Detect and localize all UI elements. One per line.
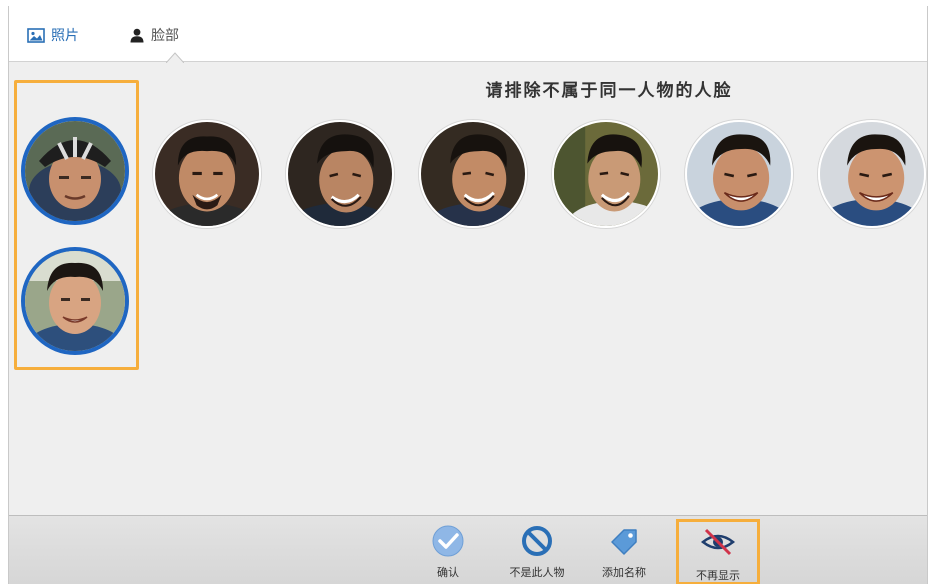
faces-window: 照片 脸部 请排除不属于同一人物的人脸 确认 不是此人物 添加名称 不再显示 bbox=[8, 6, 928, 584]
tag-icon bbox=[606, 524, 642, 558]
person-icon bbox=[129, 28, 145, 43]
face-thumbnail[interactable] bbox=[685, 120, 793, 228]
tab-faces[interactable]: 脸部 bbox=[129, 24, 179, 46]
face-photo bbox=[155, 122, 259, 226]
dont-show-again-label: 不再显示 bbox=[696, 569, 740, 582]
face-photo bbox=[554, 122, 658, 226]
face-thumbnail[interactable] bbox=[818, 120, 926, 228]
eye-slash-icon bbox=[700, 527, 736, 561]
face-thumbnail[interactable] bbox=[286, 120, 394, 228]
face-thumbnail-selected[interactable] bbox=[21, 117, 129, 225]
face-thumbnail-selected[interactable] bbox=[21, 247, 129, 355]
face-photo bbox=[25, 121, 125, 221]
not-this-person-button[interactable]: 不是此人物 bbox=[494, 522, 580, 582]
face-photo bbox=[687, 122, 791, 226]
confirm-label: 确认 bbox=[437, 566, 459, 579]
tab-photos-label: 照片 bbox=[51, 28, 79, 44]
not-this-person-label: 不是此人物 bbox=[509, 566, 565, 579]
tab-faces-label: 脸部 bbox=[151, 28, 179, 44]
face-photo bbox=[820, 122, 924, 226]
block-icon bbox=[519, 524, 555, 558]
dont-show-again-button[interactable]: 不再显示 bbox=[676, 519, 760, 584]
face-thumbnail[interactable] bbox=[153, 120, 261, 228]
tab-bar: 照片 脸部 bbox=[9, 6, 927, 63]
confirm-button[interactable]: 确认 bbox=[405, 522, 491, 582]
face-thumbnail[interactable] bbox=[419, 120, 527, 228]
face-photo bbox=[288, 122, 392, 226]
instruction-heading: 请排除不属于同一人物的人脸 bbox=[485, 81, 733, 101]
face-photo bbox=[421, 122, 525, 226]
faces-area: 请排除不属于同一人物的人脸 bbox=[9, 63, 927, 515]
face-thumbnail[interactable] bbox=[552, 120, 660, 228]
tab-photos[interactable]: 照片 bbox=[27, 24, 79, 46]
photo-icon bbox=[27, 27, 45, 43]
add-name-label: 添加名称 bbox=[602, 566, 646, 579]
active-tab-pointer bbox=[166, 52, 184, 63]
add-name-button[interactable]: 添加名称 bbox=[581, 522, 667, 582]
face-photo bbox=[25, 251, 125, 351]
bottom-toolbar: 确认 不是此人物 添加名称 不再显示 bbox=[9, 515, 927, 584]
checkmark-icon bbox=[430, 524, 466, 558]
